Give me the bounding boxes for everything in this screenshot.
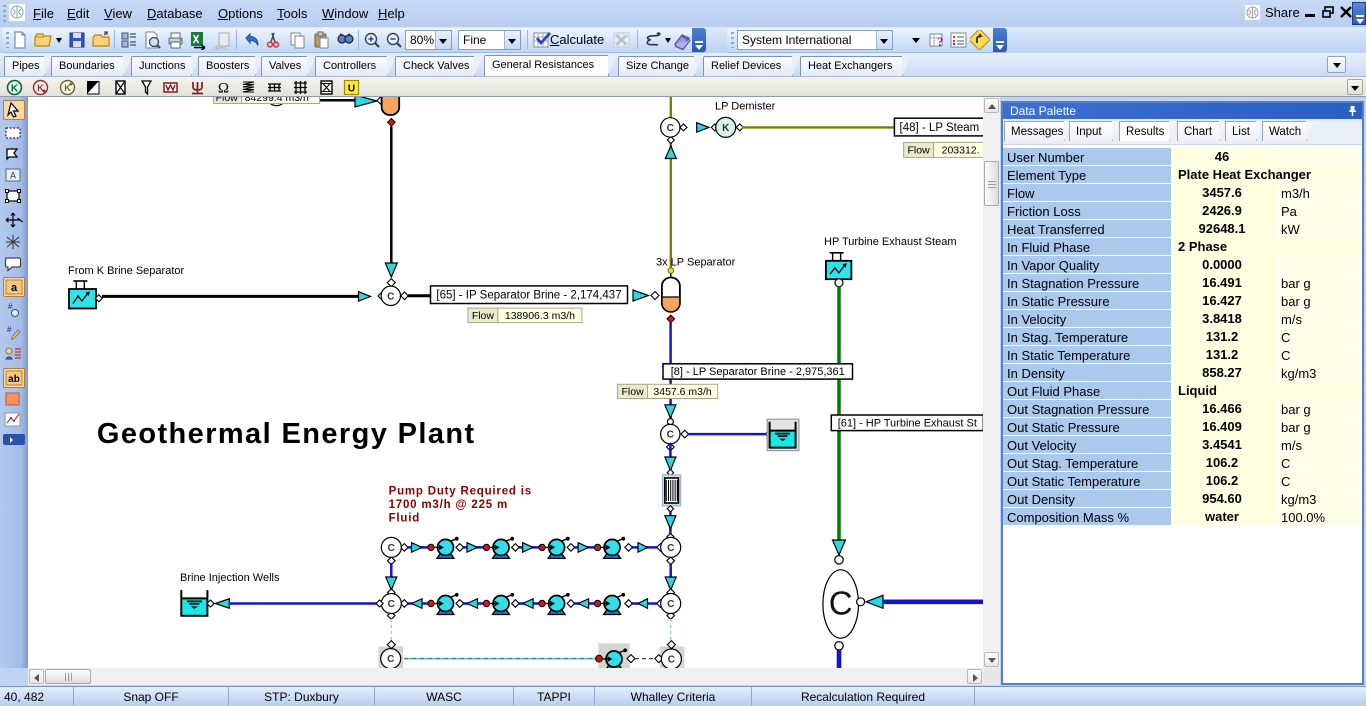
svg-text:138906.3 m3/h: 138906.3 m3/h — [505, 310, 575, 322]
svg-text:Flow: Flow — [472, 310, 495, 322]
svg-text:C: C — [387, 654, 394, 665]
svg-text:203312.: 203312. — [942, 144, 980, 156]
svg-text:84299.4 m3/h: 84299.4 m3/h — [245, 97, 309, 104]
svg-text:3457.6 m3/h: 3457.6 m3/h — [653, 386, 712, 398]
svg-text:#: # — [8, 302, 13, 311]
svg-text:[65] - IP Separator Brine - 2,: [65] - IP Separator Brine - 2,174,437 — [436, 290, 621, 302]
svg-text:Flow: Flow — [908, 144, 931, 156]
svg-text:Ω: Ω — [218, 81, 229, 97]
svg-text:C: C — [667, 123, 674, 134]
svg-text:3x LP Separator: 3x LP Separator — [656, 257, 736, 269]
svg-text:ab: ab — [8, 374, 20, 385]
svg-text:U: U — [348, 84, 355, 95]
svg-text:Flow: Flow — [622, 386, 645, 398]
svg-text:C: C — [667, 599, 674, 610]
svg-text:LP Demister: LP Demister — [715, 101, 776, 113]
svg-text:HP Turbine Exhaust Steam: HP Turbine Exhaust Steam — [824, 236, 956, 248]
svg-text:Pump Duty Required is: Pump Duty Required is — [389, 486, 532, 498]
svg-text:C: C — [388, 543, 395, 554]
svg-text:Flow: Flow — [216, 97, 239, 104]
svg-text:[61] - HP Turbine Exhaust St: [61] - HP Turbine Exhaust St — [838, 418, 977, 430]
svg-text:[8] - LP Separator Brine - 2,9: [8] - LP Separator Brine - 2,975,361 — [671, 366, 845, 378]
svg-text:C: C — [668, 655, 675, 666]
svg-text:Fluid: Fluid — [389, 513, 420, 525]
svg-text:C: C — [387, 291, 394, 302]
svg-text:K: K — [722, 123, 730, 134]
svg-text:#: # — [7, 325, 12, 334]
svg-text:Brine Injection Wells: Brine Injection Wells — [180, 572, 280, 584]
svg-text:From K Brine Separator: From K Brine Separator — [68, 265, 184, 277]
svg-text:A: A — [10, 171, 16, 181]
svg-text:C: C — [667, 543, 674, 554]
svg-text:K: K — [11, 84, 19, 95]
svg-text:C: C — [667, 430, 674, 441]
svg-text:[48] - LP Steam -: [48] - LP Steam - — [900, 122, 983, 134]
svg-text:C: C — [388, 599, 395, 610]
svg-text:C: C — [829, 585, 853, 622]
svg-text:1700 m3/h @ 225 m: 1700 m3/h @ 225 m — [389, 499, 508, 511]
svg-text:?: ? — [937, 34, 944, 49]
svg-text:Geothermal Energy Plant: Geothermal Energy Plant — [97, 418, 476, 450]
svg-text:a: a — [11, 282, 18, 294]
